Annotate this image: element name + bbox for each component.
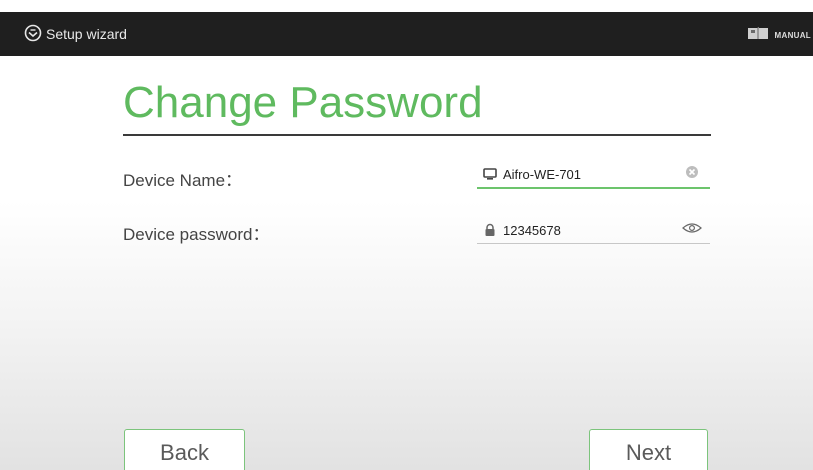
device-password-input[interactable] xyxy=(503,220,679,240)
monitor-icon xyxy=(483,167,497,181)
device-name-field[interactable] xyxy=(477,161,710,189)
next-button[interactable]: Next xyxy=(589,429,708,470)
book-icon xyxy=(747,26,769,45)
title-divider xyxy=(123,134,711,136)
device-password-label: Device password： xyxy=(123,225,270,244)
device-password-field[interactable] xyxy=(477,217,710,244)
back-button[interactable]: Back xyxy=(124,429,245,470)
title-bar: Setup wizard MANUAL xyxy=(0,12,813,56)
clear-icon xyxy=(685,165,699,184)
manual-label: MANUAL xyxy=(774,30,811,40)
clear-button[interactable] xyxy=(679,164,704,184)
reveal-password-button[interactable] xyxy=(679,220,704,240)
manual-button[interactable]: MANUAL xyxy=(747,26,811,45)
app-title: Setup wizard xyxy=(46,26,127,42)
device-name-label: Device Name： xyxy=(123,171,243,190)
device-name-input[interactable] xyxy=(503,164,679,184)
lock-icon xyxy=(483,223,497,237)
page-title: Change Password xyxy=(123,78,483,127)
eye-icon xyxy=(681,221,702,239)
wizard-logo-icon xyxy=(24,24,42,42)
